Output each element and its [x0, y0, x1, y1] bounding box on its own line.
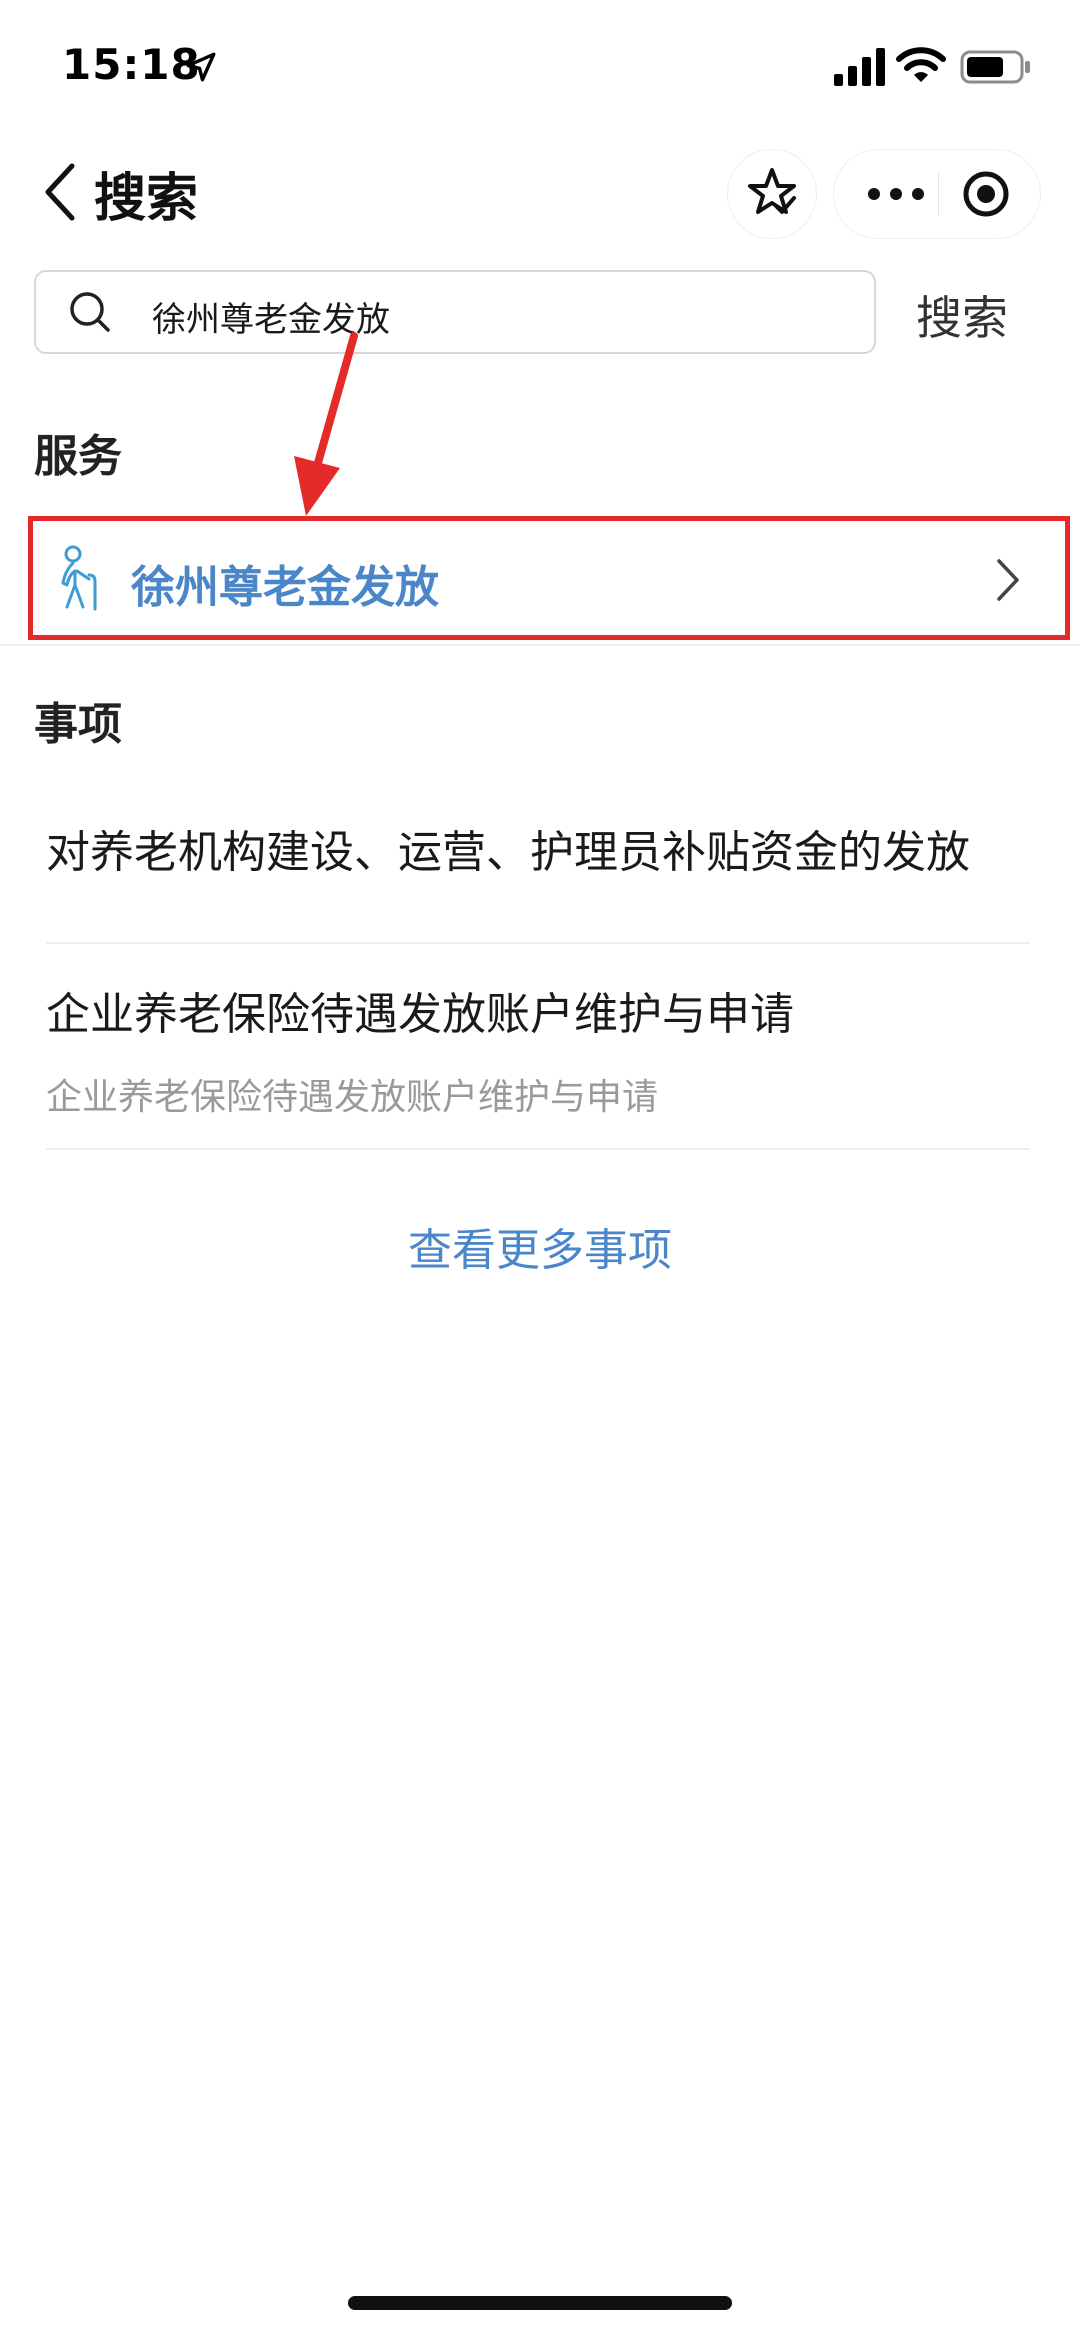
chevron-right-icon — [997, 559, 1019, 601]
wifi-icon — [896, 47, 946, 82]
matter-title: 企业养老保险待遇发放账户维护与申请 — [46, 989, 794, 1040]
more-dots-icon[interactable] — [866, 178, 926, 210]
list-divider — [46, 942, 1030, 944]
service-item-elderly-allowance[interactable]: 徐州尊老金发放 — [28, 516, 1070, 640]
close-target-icon[interactable] — [962, 170, 1010, 218]
star-check-icon — [748, 168, 796, 214]
location-arrow-icon — [186, 52, 216, 82]
search-button[interactable]: 搜索 — [916, 282, 1008, 348]
search-icon — [70, 292, 110, 332]
matters-heading: 事项 — [34, 699, 122, 750]
favorite-button[interactable] — [728, 150, 816, 238]
home-indicator[interactable] — [348, 2296, 732, 2310]
cellular-signal-icon — [834, 48, 885, 86]
list-divider — [46, 1148, 1030, 1150]
matter-title: 对养老机构建设、运营、护理员补贴资金的发放 — [46, 827, 970, 878]
search-page: 15:18 搜索 徐州尊老金发放 搜索 服务 徐州尊老金发放 事项 对养老机构建… — [0, 0, 1080, 2337]
matter-subtitle: 企业养老保险待遇发放账户维护与申请 — [46, 1077, 659, 1118]
view-more-matters-link[interactable]: 查看更多事项 — [0, 1214, 1080, 1278]
back-chevron-icon[interactable] — [40, 160, 80, 224]
mini-program-capsule — [834, 150, 1040, 238]
battery-icon — [960, 50, 1030, 84]
service-item-label: 徐州尊老金发放 — [131, 562, 439, 613]
search-input[interactable]: 徐州尊老金发放 — [34, 270, 876, 354]
annotation-arrow — [294, 332, 358, 516]
capsule-divider — [938, 172, 939, 216]
elderly-person-icon — [61, 545, 97, 611]
section-divider — [0, 644, 1080, 646]
status-time: 15:18 — [62, 40, 201, 89]
page-title: 搜索 — [94, 169, 199, 229]
services-heading: 服务 — [34, 431, 122, 482]
